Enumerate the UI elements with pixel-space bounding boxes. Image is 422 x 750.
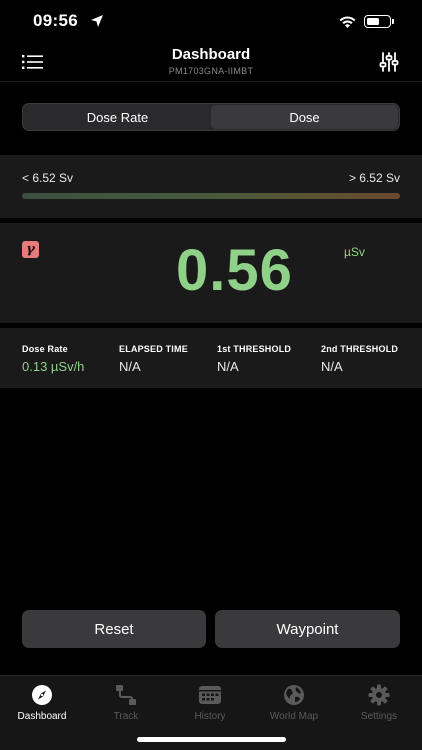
gear-icon bbox=[368, 684, 390, 706]
stat-label: Dose Rate bbox=[22, 344, 68, 354]
dose-unit: µSv bbox=[344, 245, 365, 259]
device-id: PM1703GNA-IIMBT bbox=[168, 66, 254, 76]
threshold-max-label: > 6.52 Sv bbox=[348, 171, 400, 185]
battery-level bbox=[366, 17, 380, 25]
status-bar: 09:56 bbox=[0, 0, 422, 44]
stat-elapsed-time: ELAPSED TIME N/A bbox=[119, 344, 188, 374]
tab-label: World Map bbox=[269, 711, 319, 722]
sliders-icon[interactable] bbox=[378, 51, 400, 73]
stat-label: 1st THRESHOLD bbox=[217, 344, 292, 354]
reset-button[interactable]: Reset bbox=[22, 610, 206, 648]
stat-first-threshold: 1st THRESHOLD N/A bbox=[217, 344, 291, 374]
tab-label: History bbox=[194, 711, 226, 722]
globe-icon bbox=[284, 685, 304, 705]
track-icon bbox=[116, 685, 136, 705]
location-arrow-icon bbox=[91, 15, 103, 27]
threshold-min-label: < 6.52 Sv bbox=[22, 171, 74, 185]
home-indicator[interactable] bbox=[137, 737, 286, 742]
status-time: 09:56 bbox=[33, 11, 78, 30]
tab-track[interactable]: Track bbox=[84, 684, 168, 722]
segment-dose-rate[interactable]: Dose Rate bbox=[24, 105, 211, 129]
mode-segmented-control: Dose Rate Dose bbox=[22, 103, 400, 131]
gamma-badge: γ bbox=[22, 241, 39, 258]
reading-card: γ 0.56 µSv bbox=[0, 223, 422, 323]
nav-header: Dashboard PM1703GNA-IIMBT bbox=[0, 44, 422, 82]
wifi-icon bbox=[339, 16, 356, 28]
threshold-progress-bar bbox=[22, 193, 400, 199]
tab-history[interactable]: History bbox=[168, 684, 252, 722]
stat-second-threshold: 2nd THRESHOLD N/A bbox=[321, 344, 398, 374]
dose-value: 0.56 bbox=[176, 238, 293, 303]
compass-icon bbox=[32, 685, 52, 705]
stat-label: 2nd THRESHOLD bbox=[321, 344, 399, 354]
stat-value: N/A bbox=[119, 359, 141, 374]
tab-dashboard[interactable]: Dashboard bbox=[0, 684, 84, 722]
stat-value: N/A bbox=[321, 359, 343, 374]
tab-label: Dashboard bbox=[17, 711, 67, 722]
tab-world-map[interactable]: World Map bbox=[252, 684, 336, 722]
stat-value: 0.13 µSv/h bbox=[22, 359, 85, 374]
battery-tip bbox=[392, 19, 394, 24]
tab-label: Settings bbox=[360, 711, 398, 722]
stat-dose-rate: Dose Rate 0.13 µSv/h bbox=[22, 344, 84, 374]
waypoint-button[interactable]: Waypoint bbox=[215, 610, 400, 648]
tab-settings[interactable]: Settings bbox=[337, 684, 421, 722]
stat-value: N/A bbox=[217, 359, 239, 374]
battery-icon bbox=[364, 15, 391, 28]
segment-dose[interactable]: Dose bbox=[211, 105, 398, 129]
stat-label: ELAPSED TIME bbox=[119, 344, 188, 354]
page-title: Dashboard bbox=[171, 46, 251, 63]
calendar-icon bbox=[199, 686, 221, 704]
stats-card: Dose Rate 0.13 µSv/h ELAPSED TIME N/A 1s… bbox=[0, 328, 422, 388]
threshold-card: < 6.52 Sv > 6.52 Sv bbox=[0, 155, 422, 218]
tab-label: Track bbox=[113, 711, 139, 722]
